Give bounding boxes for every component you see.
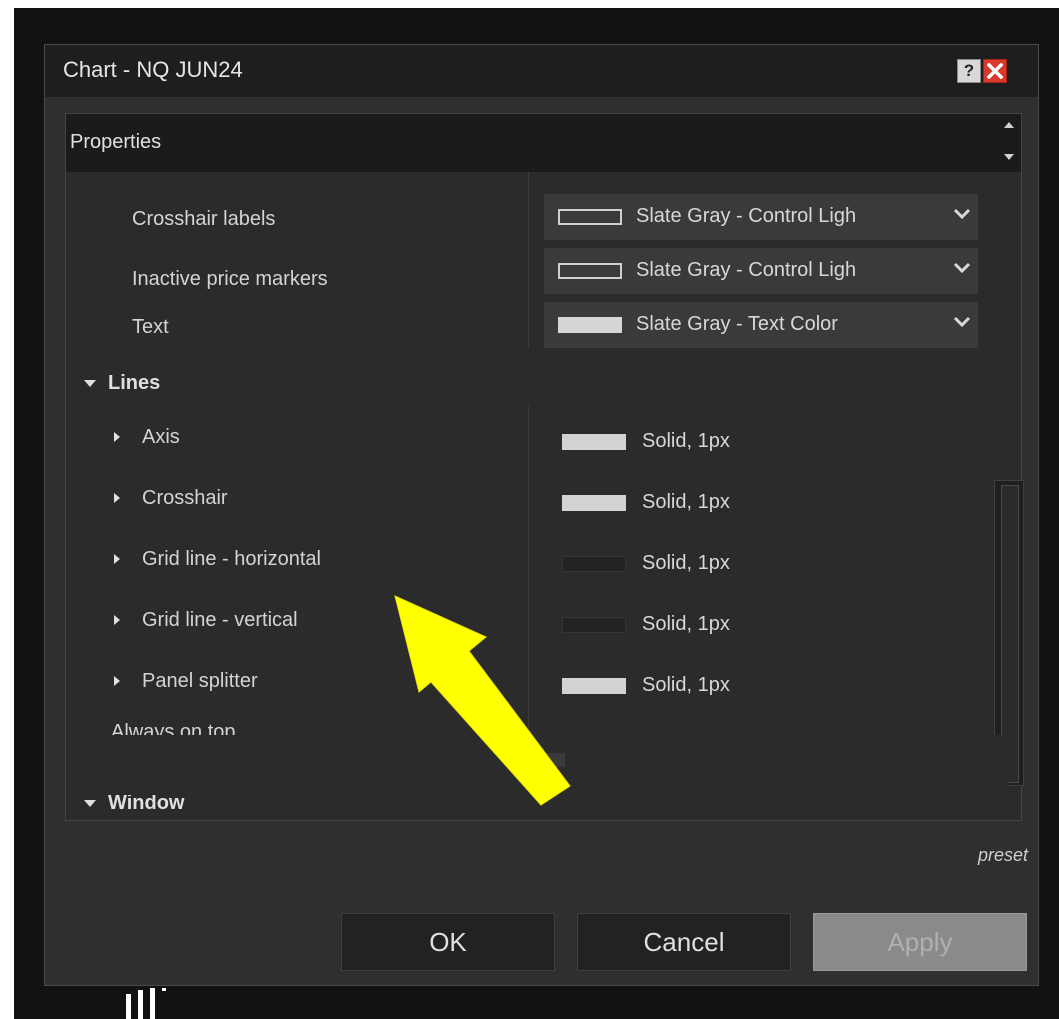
arrow-shape bbox=[394, 595, 571, 806]
annotation-arrow bbox=[394, 595, 571, 806]
background-glyph bbox=[126, 988, 166, 1019]
